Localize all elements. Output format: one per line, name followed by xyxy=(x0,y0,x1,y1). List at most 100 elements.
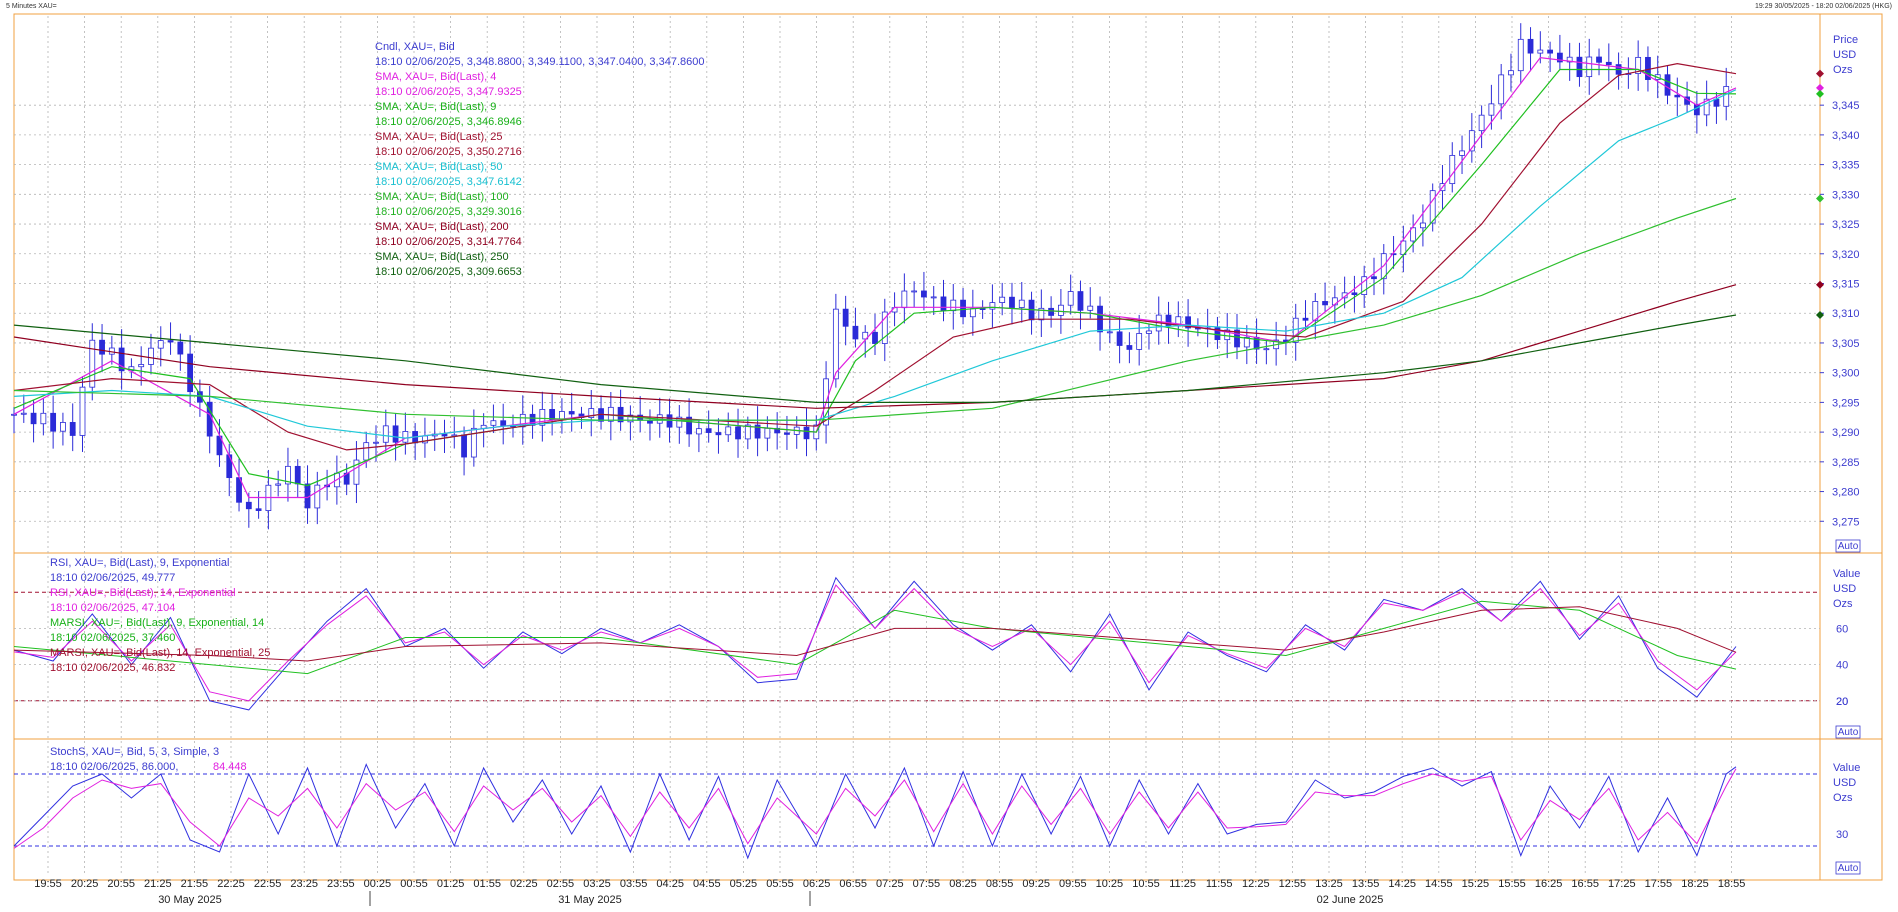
x-tick-label: 09:25 xyxy=(1022,878,1050,890)
candle-body xyxy=(1664,74,1671,96)
candle-body xyxy=(1067,291,1074,306)
candle-body xyxy=(1596,56,1602,63)
candle-body xyxy=(803,426,810,440)
candle xyxy=(480,413,487,448)
candle xyxy=(588,390,595,437)
candle xyxy=(40,397,47,436)
candle-body xyxy=(1371,276,1377,280)
candle-body xyxy=(872,331,878,344)
candle-body xyxy=(1116,331,1123,346)
x-tick-label: 07:55 xyxy=(913,878,941,890)
candle-body xyxy=(911,290,918,293)
price-legend-title: Cndl, XAU=, Bid xyxy=(375,41,455,53)
x-tick-label: 13:55 xyxy=(1352,878,1380,890)
rsi-legend-title: MARSI, XAU=, Bid(Last), 9, Exponential, … xyxy=(50,617,264,629)
candle-body xyxy=(1527,38,1534,54)
candle xyxy=(1185,299,1191,347)
price-tick-label: 3,300 xyxy=(1832,368,1860,380)
x-tick-label: 04:55 xyxy=(693,878,721,890)
x-tick-label: 12:25 xyxy=(1242,878,1270,890)
candle xyxy=(598,395,604,430)
rsi-legend-value: 18:10 02/06/2025, 47.104 xyxy=(50,602,175,614)
candle-body xyxy=(695,428,702,435)
x-tick-label: 12:55 xyxy=(1279,878,1307,890)
candle xyxy=(1322,282,1328,313)
candle-body xyxy=(1351,292,1358,296)
candle xyxy=(1615,52,1622,90)
candle-body xyxy=(11,413,17,416)
candle-body xyxy=(1146,330,1152,334)
candle xyxy=(784,415,790,450)
candle xyxy=(285,447,291,502)
candle xyxy=(979,300,986,319)
candle xyxy=(754,406,761,457)
candle-body xyxy=(1263,348,1270,351)
candle xyxy=(989,284,996,328)
x-tick-label: 14:25 xyxy=(1388,878,1416,890)
price-marker xyxy=(1816,311,1824,320)
candle-body xyxy=(832,308,839,380)
candle xyxy=(30,399,37,443)
candle xyxy=(1273,321,1280,366)
candle-body xyxy=(969,308,976,318)
price-legend-value: 18:10 02/06/2025, 3,347.6142 xyxy=(375,176,522,188)
candle xyxy=(1018,281,1025,323)
sma-line-sma-4 xyxy=(13,56,1737,499)
candle xyxy=(647,409,653,441)
chart-canvas[interactable]: 19:55 20:25 20:55 21:25 21:55 22:25 22:55 23:25… xyxy=(0,0,1898,912)
stoch-auto-label: Auto xyxy=(1838,863,1859,874)
x-tick-label: 15:25 xyxy=(1462,878,1490,890)
candle xyxy=(999,282,1006,316)
candle xyxy=(69,403,76,452)
x-tick-label: 17:55 xyxy=(1645,878,1673,890)
candle xyxy=(930,286,937,315)
candle xyxy=(353,441,360,504)
candle xyxy=(1243,325,1250,365)
x-tick-label: 18:25 xyxy=(1681,878,1709,890)
candle-body xyxy=(950,299,957,312)
date-label: 30 May 2025 xyxy=(158,894,222,906)
candle xyxy=(1126,332,1133,364)
rsi-line-marsi-9 xyxy=(13,600,1737,675)
x-tick-label: 15:55 xyxy=(1498,878,1526,890)
x-tick-label: 20:25 xyxy=(71,878,99,890)
candle-body xyxy=(1488,103,1495,116)
x-tick-label: 17:25 xyxy=(1608,878,1636,890)
candle xyxy=(686,398,693,447)
x-tick-label: 23:25 xyxy=(290,878,318,890)
candle-body xyxy=(1508,70,1514,76)
price-tick-label: 3,290 xyxy=(1832,427,1860,439)
price-tick-label: 3,325 xyxy=(1832,219,1860,231)
x-tick-label: 05:55 xyxy=(766,878,794,890)
price-tick-label: 3,320 xyxy=(1832,249,1860,261)
candle xyxy=(1009,282,1015,325)
candle-body xyxy=(989,302,996,310)
price-marker xyxy=(1816,280,1824,289)
price-legend-title: SMA, XAU=, Bid(Last), 50 xyxy=(375,161,502,173)
candle xyxy=(1664,65,1671,105)
stoch-tick-label: 30 xyxy=(1836,829,1848,841)
candle-body xyxy=(1586,56,1593,78)
price-legend-title: SMA, XAU=, Bid(Last), 100 xyxy=(375,191,509,203)
rsi-axis-title: Value xyxy=(1833,568,1860,580)
price-tick-label: 3,315 xyxy=(1832,279,1860,291)
x-tick-label: 11:25 xyxy=(1169,878,1196,890)
candle-body xyxy=(373,441,379,444)
candle xyxy=(118,329,125,390)
rsi-legend-value: 18:10 02/06/2025, 46.832 xyxy=(50,662,175,674)
candle-body xyxy=(60,422,66,432)
stoch-axis-title: USD xyxy=(1833,777,1856,789)
candle xyxy=(1253,318,1260,364)
candle xyxy=(764,416,771,452)
candle-body xyxy=(529,413,536,426)
candle xyxy=(1067,274,1074,315)
price-axis-title: Ozs xyxy=(1833,64,1853,76)
candle-body xyxy=(500,420,507,426)
price-legend-value: 18:10 02/06/2025, 3,329.3016 xyxy=(375,206,522,218)
candle xyxy=(617,389,624,431)
price-tick-label: 3,275 xyxy=(1832,516,1860,528)
candle-body xyxy=(89,339,96,388)
x-tick-label: 10:25 xyxy=(1096,878,1124,890)
candle-body xyxy=(940,296,947,312)
candle-body xyxy=(1048,307,1055,316)
